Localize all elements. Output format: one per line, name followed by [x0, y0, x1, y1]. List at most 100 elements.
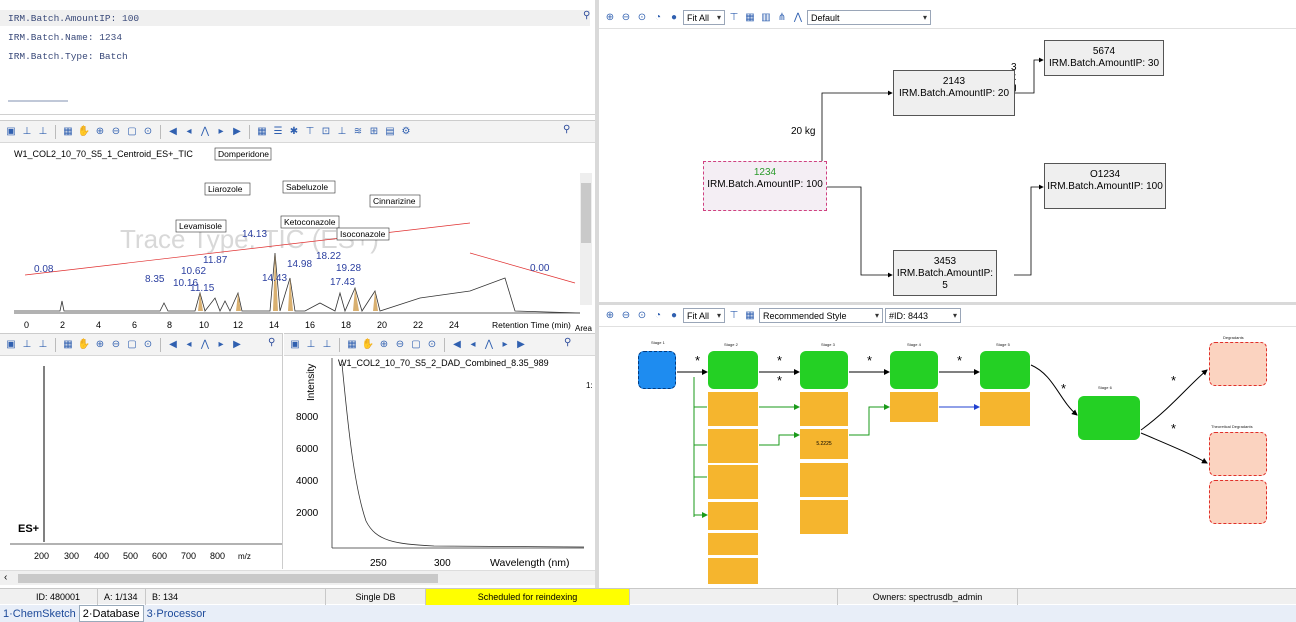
tab-chemsketch[interactable]: 1·ChemSketch [0, 605, 79, 622]
impurity-box[interactable] [980, 392, 1030, 426]
stage-product-box[interactable] [708, 351, 758, 389]
starting-material-box[interactable] [638, 351, 676, 389]
stage-product-box[interactable] [1078, 396, 1140, 440]
impurity-box[interactable]: 5.2225 [800, 429, 848, 459]
stage-product-box[interactable] [980, 351, 1030, 389]
zoom-out-icon[interactable]: ⊖ [109, 338, 123, 352]
batch-node[interactable]: 3453 IRM.Batch.AmountIP: 5 [893, 250, 997, 296]
view-icon[interactable]: ▣ [288, 338, 302, 352]
batch-node[interactable]: 1234 IRM.Batch.AmountIP: 100 [703, 161, 827, 211]
zoom-box-icon[interactable]: ▢ [125, 125, 139, 139]
style-icon[interactable]: ▦ [743, 11, 757, 25]
style-select[interactable]: Default ▾ [807, 10, 931, 25]
zoom-icon[interactable]: ⊕ [93, 338, 107, 352]
prev-icon[interactable]: ◂ [466, 338, 480, 352]
grid-icon[interactable]: ▦ [255, 125, 269, 139]
degradant-box[interactable] [1209, 432, 1267, 476]
filter-icon[interactable]: ⊤ [727, 11, 741, 25]
peak-icon[interactable]: ⊥ [304, 338, 318, 352]
prev-icon[interactable]: ◂ [182, 338, 196, 352]
last-icon[interactable]: ▶ [514, 338, 528, 352]
zoom-box-icon[interactable]: ▢ [409, 338, 423, 352]
degradant-box[interactable] [1209, 480, 1267, 524]
scroll-left-icon[interactable]: ‹ [4, 572, 7, 583]
batch-node[interactable]: 2143 IRM.Batch.AmountIP: 20 [893, 70, 1015, 116]
next-icon[interactable]: ▸ [214, 125, 228, 139]
peak2-icon[interactable]: ⊥ [36, 338, 50, 352]
left-hscroll-thumb[interactable] [18, 574, 438, 583]
color-icon[interactable]: ● [667, 11, 681, 25]
peaks-icon[interactable]: ⋀ [198, 125, 212, 139]
hand-icon[interactable]: ✋ [77, 125, 91, 139]
baseline-icon[interactable]: ⊥ [335, 125, 349, 139]
table-icon[interactable]: ☰ [271, 125, 285, 139]
hand-icon[interactable]: ✋ [77, 338, 91, 352]
splitter-handle[interactable] [8, 100, 68, 102]
zoom-reset-icon[interactable]: ⊙ [425, 338, 439, 352]
view-icon[interactable]: ▣ [4, 125, 18, 139]
batch-node[interactable]: 5674 IRM.Batch.AmountIP: 30 [1044, 40, 1164, 76]
first-icon[interactable]: ◀ [450, 338, 464, 352]
save-icon[interactable]: ▦ [61, 338, 75, 352]
tree-icon[interactable]: ⋔ [775, 11, 789, 25]
integrate-icon[interactable]: ⊡ [319, 125, 333, 139]
zoom-out-icon[interactable]: ⊖ [393, 338, 407, 352]
save-icon[interactable]: ▦ [61, 125, 75, 139]
layout-icon[interactable]: ◔ [651, 11, 665, 25]
impurity-box[interactable] [800, 463, 848, 497]
peak-icon[interactable]: ⊥ [20, 338, 34, 352]
batch-node[interactable]: O1234 IRM.Batch.AmountIP: 100 [1044, 163, 1166, 209]
impurity-box[interactable] [800, 392, 848, 426]
hand-icon[interactable]: ✋ [361, 338, 375, 352]
peaks-icon[interactable]: ⋀ [482, 338, 496, 352]
save-icon[interactable]: ▦ [345, 338, 359, 352]
impurity-box[interactable] [708, 533, 758, 555]
first-icon[interactable]: ◀ [166, 338, 180, 352]
tic-pin-icon[interactable]: ⚲ [563, 124, 570, 135]
impurity-box[interactable] [708, 502, 758, 530]
zoom-out-icon[interactable]: ⊖ [619, 11, 633, 25]
filter-icon[interactable]: ⊤ [303, 125, 317, 139]
fit-select[interactable]: Fit All ▾ [683, 10, 725, 25]
first-icon[interactable]: ◀ [166, 125, 180, 139]
impurity-box[interactable] [708, 429, 758, 463]
peaks-icon[interactable]: ⋀ [198, 338, 212, 352]
view-icon[interactable]: ▣ [4, 338, 18, 352]
ms-pin-icon[interactable]: ⚲ [268, 337, 275, 348]
grid-icon[interactable]: ▥ [759, 11, 773, 25]
uv-pin-icon[interactable]: ⚲ [564, 337, 571, 348]
align-icon[interactable]: ≋ [351, 125, 365, 139]
impurity-box[interactable] [800, 500, 848, 534]
fit-icon[interactable]: ⊞ [367, 125, 381, 139]
tic-scroll-thumb[interactable] [581, 183, 591, 243]
peak-icon[interactable]: ⊥ [20, 125, 34, 139]
impurity-box[interactable] [708, 558, 758, 584]
next-icon[interactable]: ▸ [214, 338, 228, 352]
last-icon[interactable]: ▶ [230, 338, 244, 352]
zoom-box-icon[interactable]: ▢ [125, 338, 139, 352]
pin-icon[interactable]: ⚲ [583, 10, 590, 21]
tools-icon[interactable]: ⚙ [399, 125, 413, 139]
chart-icon[interactable]: ▤ [383, 125, 397, 139]
degradant-box[interactable] [1209, 342, 1267, 386]
impurity-box[interactable] [708, 465, 758, 499]
last-icon[interactable]: ▶ [230, 125, 244, 139]
next-icon[interactable]: ▸ [498, 338, 512, 352]
impurity-box[interactable] [890, 392, 938, 422]
stage-product-box[interactable] [800, 351, 848, 389]
marker-icon[interactable]: ✱ [287, 125, 301, 139]
zoom-out-icon[interactable]: ⊖ [109, 125, 123, 139]
prev-icon[interactable]: ◂ [182, 125, 196, 139]
impurity-box[interactable] [708, 392, 758, 426]
peak2-icon[interactable]: ⊥ [320, 338, 334, 352]
tab-database[interactable]: 2·Database [78, 605, 144, 622]
stage-product-box[interactable] [890, 351, 938, 389]
zoom-reset-icon[interactable]: ⊙ [141, 338, 155, 352]
hierarchy-icon[interactable]: ⋀ [791, 11, 805, 25]
peak2-icon[interactable]: ⊥ [36, 125, 50, 139]
zoom-in-icon[interactable]: ⊕ [603, 11, 617, 25]
zoom-icon[interactable]: ⊕ [377, 338, 391, 352]
zoom-reset-icon[interactable]: ⊙ [141, 125, 155, 139]
tab-processor[interactable]: 3·Processor [144, 605, 209, 622]
left-hscrollbar[interactable]: ‹ [0, 570, 595, 585]
